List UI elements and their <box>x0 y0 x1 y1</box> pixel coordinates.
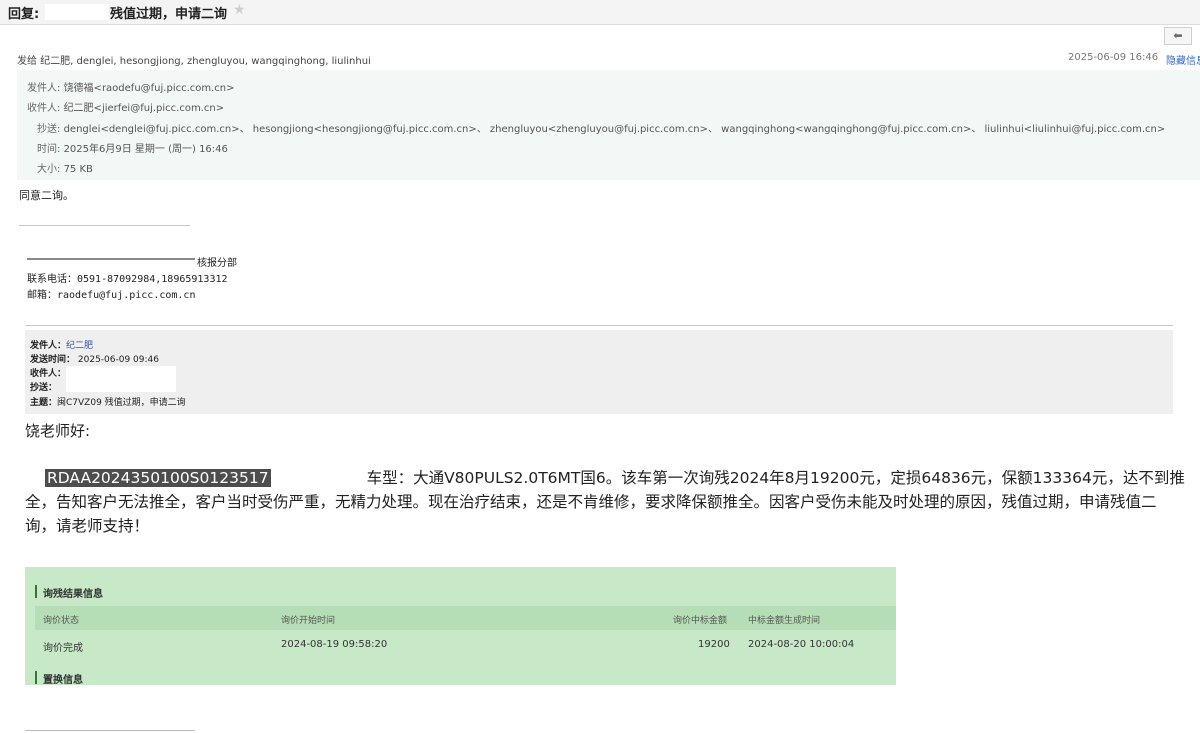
reply-button[interactable]: ⬅ <box>1164 27 1192 45</box>
quoted-subject: 主题：闽C7VZ09 残值过期，申请二询 <box>30 398 186 408</box>
inquiry-result-panel: 询残结果信息 询价状态 询价开始时间 询价中标金额 中标金额生成时间 询价完成 … <box>25 567 896 686</box>
th-bid-amount: 询价中标金额 <box>673 616 728 626</box>
section-marker <box>35 585 37 598</box>
quoted-sent-time: 发送时间： 2025-06-09 09:46 <box>30 355 159 365</box>
letter-greeting: 饶老师好: <box>25 422 91 440</box>
result-table-header: 询价状态 询价开始时间 询价中标金额 中标金额生成时间 <box>35 606 896 630</box>
quoted-cc: 抄送： <box>30 383 58 393</box>
quoted-header-box <box>25 330 1173 414</box>
th-status: 询价状态 <box>43 616 80 626</box>
recipients-summary: 发给 纪二肥, denglei, hesongjiong, zhengluyou… <box>17 56 371 67</box>
quoted-to: 收件人： <box>30 369 67 379</box>
section-marker-2 <box>35 671 37 684</box>
from-address[interactable]: 饶德福<raodefu@fuj.picc.com.cn> <box>64 83 235 94</box>
from-row: 发件人: 饶德福<raodefu@fuj.picc.com.cn> <box>27 83 235 94</box>
th-start-time: 询价开始时间 <box>281 616 336 626</box>
signature-email: 邮箱：raodefu@fuj.picc.com.cn <box>27 290 196 301</box>
td-amount-time: 2024-08-20 10:00:04 <box>748 639 855 650</box>
signature-phone: 联系电话：0591-87092984,18965913312 <box>27 274 228 285</box>
mail-title-prefix: 回复: <box>8 7 40 22</box>
to-row: 收件人: 纪二肥<jierfei@fuj.picc.com.cn> <box>27 103 225 114</box>
section-title-replacement: 置换信息 <box>43 675 83 686</box>
bottom-divider <box>25 730 195 731</box>
signature-dept: 核报分部 <box>197 258 237 269</box>
mail-title: 残值过期，申请二询 <box>110 7 228 22</box>
reply-arrow-icon: ⬅ <box>1173 29 1183 42</box>
signature-redaction <box>27 258 195 260</box>
section-title-result: 询残结果信息 <box>43 589 103 600</box>
quote-divider <box>25 325 1173 326</box>
star-icon[interactable]: ★ <box>233 2 246 18</box>
claim-number: RDAA2024350100S0123517 <box>45 469 271 487</box>
reply-body: 同意二询。 <box>19 189 74 202</box>
to-address[interactable]: 纪二肥<jierfei@fuj.picc.com.cn> <box>64 103 225 114</box>
cc-row: 抄送: denglei<denglei@fuj.picc.com.cn>、 he… <box>37 124 1166 135</box>
quoted-redaction <box>66 366 176 392</box>
td-status: 询价完成 <box>43 643 83 654</box>
time-row: 时间: 2025年6月9日 星期一 (周一) 16:46 <box>37 144 228 155</box>
td-start-time: 2024-08-19 09:58:20 <box>281 639 388 650</box>
cc-addresses[interactable]: denglei<denglei@fuj.picc.com.cn>、 hesong… <box>64 124 1166 135</box>
signature-divider <box>19 225 190 226</box>
th-amount-time: 中标金额生成时间 <box>748 616 821 626</box>
send-date: 2025-06-09 16:46 <box>1068 52 1159 63</box>
size-row: 大小: 75 KB <box>37 164 93 175</box>
letter-body: RDAA2024350100S0123517 车型：大通V80PULS2.0T6M… <box>25 466 1185 538</box>
quoted-from: 发件人：纪二肥 <box>30 341 94 351</box>
hide-info-link[interactable]: 隐藏信息 <box>1166 52 1200 67</box>
td-bid-amount: 19200 <box>698 639 730 650</box>
title-redaction <box>45 4 109 20</box>
